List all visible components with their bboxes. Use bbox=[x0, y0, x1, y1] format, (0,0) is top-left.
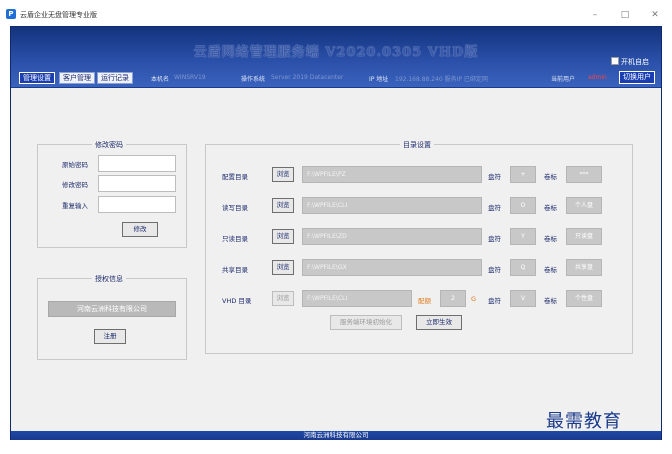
server-env-init-button[interactable]: 服务端环境初始化 bbox=[330, 315, 402, 330]
directory-panel-legend: 目录设置 bbox=[400, 140, 434, 150]
readonly-drive-label: 盘符 bbox=[488, 235, 501, 243]
ip-label: IP 地址 bbox=[369, 76, 389, 83]
readwrite-volume-value[interactable]: 个人盘 bbox=[566, 197, 602, 214]
machine-name-label: 本机名 bbox=[151, 76, 170, 83]
readonly-dir-label: 只读目录 bbox=[222, 235, 248, 243]
close-button[interactable]: ✕ bbox=[644, 8, 666, 22]
password-panel-legend: 修改密码 bbox=[92, 140, 126, 150]
config-volume-value[interactable]: *** bbox=[566, 166, 602, 183]
os-label: 操作系统 bbox=[241, 76, 266, 83]
window-titlebar: P 云盾企业无盘管理专业版 – □ ✕ bbox=[0, 0, 672, 26]
shared-dir-path[interactable]: F:\WPFILE\GX bbox=[302, 259, 482, 276]
app-title: 云盾网络管理服务端 V2020.0305 VHD版 bbox=[193, 45, 479, 60]
shared-drive-value[interactable]: Q bbox=[510, 259, 536, 276]
current-user-value: admin bbox=[588, 74, 607, 81]
tab-client-management[interactable]: 客户管理 bbox=[59, 72, 95, 84]
tab-run-log[interactable]: 运行记录 bbox=[97, 72, 133, 84]
old-password-label: 原始密码 bbox=[62, 161, 88, 169]
vhd-drive-value[interactable]: V bbox=[510, 290, 536, 307]
config-dir-path[interactable]: F:\WPFILE\PZ bbox=[302, 166, 482, 183]
vhd-dir-path[interactable]: F:\WPFILE\CLI bbox=[302, 290, 412, 307]
readwrite-dir-label: 读写目录 bbox=[222, 204, 248, 212]
ip-value: 192.168.88.240 服务IP 已绑定网 bbox=[395, 76, 488, 83]
vhd-quota-label: 配额 bbox=[418, 297, 431, 305]
license-panel-legend: 授权信息 bbox=[92, 274, 126, 284]
apply-now-button[interactable]: 立即生效 bbox=[416, 315, 462, 330]
password-panel: 修改密码 原始密码 修改密码 重复输入 修改 bbox=[37, 140, 187, 248]
window-title: 云盾企业无盘管理专业版 bbox=[20, 11, 97, 19]
minimize-button[interactable]: – bbox=[584, 8, 606, 22]
shared-volume-value[interactable]: 共享盘 bbox=[566, 259, 602, 276]
shared-drive-label: 盘符 bbox=[488, 266, 501, 274]
app-icon: P bbox=[6, 9, 16, 19]
vhd-quota-unit: G bbox=[471, 295, 477, 303]
readonly-drive-value[interactable]: Y bbox=[510, 228, 536, 245]
config-drive-value[interactable]: + bbox=[510, 166, 536, 183]
new-password-label: 修改密码 bbox=[62, 181, 88, 189]
config-volume-label: 卷标 bbox=[544, 173, 557, 181]
content-area: 修改密码 原始密码 修改密码 重复输入 修改 授权信息 河南云洲科技有限公司 注… bbox=[11, 88, 661, 431]
new-password-input[interactable] bbox=[98, 175, 176, 192]
watermark-text: 最需教育 bbox=[546, 411, 622, 432]
tab-management-settings[interactable]: 管理设置 bbox=[19, 72, 55, 84]
switch-user-button[interactable]: 切换用户 bbox=[619, 71, 655, 84]
modify-password-button[interactable]: 修改 bbox=[122, 222, 158, 237]
machine-name-value: WINSRV19 bbox=[174, 74, 206, 81]
readwrite-drive-value[interactable]: O bbox=[510, 197, 536, 214]
shared-dir-browse-button[interactable]: 浏览 bbox=[272, 260, 294, 275]
vhd-volume-label: 卷标 bbox=[544, 297, 557, 305]
readonly-volume-label: 卷标 bbox=[544, 235, 557, 243]
config-dir-label: 配置目录 bbox=[222, 173, 248, 181]
readwrite-dir-path[interactable]: F:\WPFILE\CLI bbox=[302, 197, 482, 214]
readonly-dir-browse-button[interactable]: 浏览 bbox=[272, 229, 294, 244]
readwrite-volume-label: 卷标 bbox=[544, 204, 557, 212]
boot-autostart-label: 开机自启 bbox=[621, 58, 649, 66]
register-button[interactable]: 注册 bbox=[94, 329, 126, 344]
main-frame: 云盾网络管理服务端 V2020.0305 VHD版 开机自启 管理设置 客户管理… bbox=[10, 26, 662, 440]
vhd-dir-label: VHD 目录 bbox=[222, 297, 252, 305]
current-user-label: 当前用户 bbox=[551, 76, 576, 83]
maximize-button[interactable]: □ bbox=[614, 8, 636, 22]
config-drive-label: 盘符 bbox=[488, 173, 501, 181]
shared-dir-label: 共享目录 bbox=[222, 266, 248, 274]
os-value: Server 2019 Datacenter bbox=[271, 74, 344, 81]
readonly-volume-value[interactable]: 只读盘 bbox=[566, 228, 602, 245]
old-password-input[interactable] bbox=[98, 155, 176, 172]
boot-autostart-checkbox[interactable] bbox=[611, 57, 619, 65]
readonly-dir-path[interactable]: F:\WPFILE\ZD bbox=[302, 228, 482, 245]
directory-settings-panel: 目录设置 配置目录 浏览 F:\WPFILE\PZ 盘符 + 卷标 *** 读写… bbox=[205, 140, 633, 354]
vhd-drive-label: 盘符 bbox=[488, 297, 501, 305]
readwrite-dir-browse-button[interactable]: 浏览 bbox=[272, 198, 294, 213]
readwrite-drive-label: 盘符 bbox=[488, 204, 501, 212]
vhd-quota-value[interactable]: 2 bbox=[440, 290, 466, 307]
vhd-volume-value[interactable]: 个性盘 bbox=[566, 290, 602, 307]
license-panel: 授权信息 河南云洲科技有限公司 注册 bbox=[37, 274, 187, 360]
config-dir-browse-button[interactable]: 浏览 bbox=[272, 167, 294, 182]
licensed-company-field: 河南云洲科技有限公司 bbox=[48, 301, 176, 317]
repeat-password-label: 重复输入 bbox=[62, 202, 88, 210]
shared-volume-label: 卷标 bbox=[544, 266, 557, 274]
header-band: 云盾网络管理服务端 V2020.0305 VHD版 开机自启 管理设置 客户管理… bbox=[11, 27, 661, 87]
repeat-password-input[interactable] bbox=[98, 196, 176, 213]
vhd-dir-browse-button[interactable]: 浏览 bbox=[272, 291, 294, 306]
